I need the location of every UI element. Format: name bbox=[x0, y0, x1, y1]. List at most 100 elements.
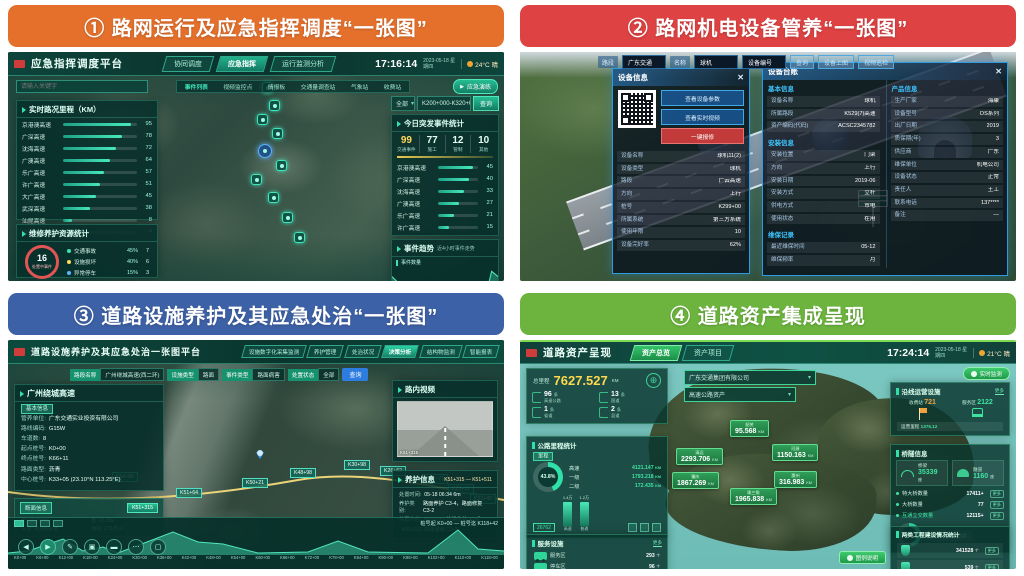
toolbar-button[interactable]: 设备上图 bbox=[818, 55, 854, 69]
frame-icon[interactable]: ▢ bbox=[150, 539, 166, 555]
incident-bar-row[interactable]: 许广高速 15 bbox=[392, 221, 498, 233]
mileage-bar-row[interactable]: 广深高速 78 bbox=[17, 130, 157, 142]
chart-toggle[interactable] bbox=[640, 523, 649, 532]
header-tab[interactable]: 运行监测分析 bbox=[270, 56, 337, 72]
search-input[interactable] bbox=[16, 80, 148, 93]
incident-bar-row[interactable]: 京港澳高速 45 bbox=[392, 161, 498, 173]
camera-marker-icon[interactable] bbox=[282, 212, 293, 223]
org-select[interactable]: 广东交通集团有限公司▾ bbox=[684, 370, 816, 385]
camera-marker-icon[interactable] bbox=[251, 174, 262, 185]
filter-chip[interactable]: 事件类型路面病害 bbox=[222, 368, 285, 381]
toolbar-button[interactable]: 查询 bbox=[790, 55, 814, 69]
map-layer-item[interactable]: 交通量调查站 bbox=[301, 82, 336, 91]
device-action-button[interactable]: 一键报修 bbox=[661, 128, 744, 144]
station-badge[interactable]: K30+98 bbox=[344, 460, 370, 470]
mileage-badge[interactable]: 韶关95.568 KM bbox=[730, 420, 769, 437]
mileage-bar-row[interactable]: 许广高速 51 bbox=[17, 178, 157, 190]
prev-icon[interactable]: ◀ bbox=[18, 539, 34, 555]
camera-marker-icon[interactable] bbox=[276, 160, 287, 171]
scope-select[interactable]: 全部▾ bbox=[391, 96, 415, 111]
camera-marker-icon[interactable] bbox=[294, 232, 305, 243]
query-button[interactable]: 查询 bbox=[342, 368, 368, 381]
video-record-icon[interactable]: ▬ bbox=[106, 539, 122, 555]
mileage-tab[interactable]: 里程 bbox=[533, 452, 553, 461]
header-tab[interactable]: 处治状况 bbox=[344, 345, 382, 358]
map-layer-item[interactable]: 收费站 bbox=[384, 82, 401, 91]
more-mini-button[interactable]: 更多 bbox=[990, 490, 1004, 498]
mileage-badge[interactable]: 肇庆1867.269 KM bbox=[672, 472, 719, 489]
header-tab[interactable]: 资产总览 bbox=[630, 345, 683, 361]
chart-toggle[interactable] bbox=[27, 520, 37, 527]
header-tab[interactable]: 养护管理 bbox=[307, 345, 345, 358]
emergency-drill-button[interactable]: ▶应急演练 bbox=[453, 79, 498, 94]
mileage-bar-row[interactable]: 沈海高速 72 bbox=[17, 142, 157, 154]
play-icon[interactable]: ▶ bbox=[40, 539, 56, 555]
more-mini-button[interactable]: 更多 bbox=[990, 501, 1004, 509]
mileage-bar-row[interactable]: 武深高速 38 bbox=[17, 202, 157, 214]
location-pin-icon[interactable] bbox=[256, 452, 264, 459]
mileage-bar-row[interactable]: 京港澳高速 95 bbox=[17, 118, 157, 130]
header-tab[interactable]: 决策分析 bbox=[381, 345, 419, 358]
map-layer-item[interactable]: 事件列表 bbox=[185, 82, 208, 91]
selected-camera-marker-icon[interactable] bbox=[258, 144, 272, 158]
close-icon[interactable]: ✕ bbox=[995, 67, 1002, 76]
chart-toggle[interactable] bbox=[652, 523, 661, 532]
incident-bar-row[interactable]: 乐广高速 21 bbox=[392, 209, 498, 221]
camera-marker-icon[interactable] bbox=[269, 100, 280, 111]
chart-toggle[interactable] bbox=[53, 520, 63, 527]
incident-bar-row[interactable]: 广澳高速 27 bbox=[392, 197, 498, 209]
device-action-button[interactable]: 查看实时视频 bbox=[661, 109, 744, 125]
more-mini-button[interactable]: 更多 bbox=[990, 512, 1004, 520]
chart-toggle[interactable] bbox=[40, 520, 50, 527]
edit-icon[interactable]: ✎ bbox=[62, 539, 78, 555]
station-badge[interactable]: K50+21 bbox=[242, 478, 268, 488]
mileage-bar-row[interactable]: 广澳高速 64 bbox=[17, 154, 157, 166]
more-mini-button[interactable]: 更多 bbox=[985, 564, 999, 570]
header-tab[interactable]: 设施数字化采集监测 bbox=[241, 345, 307, 358]
station-badge[interactable]: K48+98 bbox=[290, 468, 316, 478]
asset-type-select[interactable]: 高速公路资产▾ bbox=[684, 387, 796, 402]
station-button[interactable]: K51+315 bbox=[127, 503, 158, 513]
mileage-badge[interactable]: 河源1150.163 KM bbox=[772, 444, 818, 461]
device-action-button[interactable]: 查看设备参数 bbox=[661, 90, 744, 106]
mileage-bar-row[interactable]: 大广高速 45 bbox=[17, 190, 157, 202]
header-tab[interactable]: 资产项目 bbox=[682, 345, 735, 361]
chart-toggle[interactable] bbox=[14, 520, 24, 527]
select-area-icon[interactable]: ▣ bbox=[84, 539, 100, 555]
road-section-input[interactable]: 广东交通 bbox=[622, 55, 666, 69]
station-badge[interactable]: K51+64 bbox=[176, 488, 202, 498]
more-icon[interactable]: ⋯ bbox=[128, 539, 144, 555]
camera-marker-icon[interactable] bbox=[268, 192, 279, 203]
road-camera-video[interactable]: K51+315 bbox=[397, 401, 493, 457]
close-icon[interactable]: ✕ bbox=[737, 73, 744, 82]
camera-marker-icon[interactable] bbox=[272, 128, 283, 139]
header-tab[interactable]: 智能报表 bbox=[462, 345, 500, 358]
incident-bar-row[interactable]: 广深高速 40 bbox=[392, 173, 498, 185]
filter-chip[interactable]: 路段名称广州绕城高速(西二环) bbox=[70, 368, 164, 381]
more-link[interactable]: 更多 bbox=[653, 540, 662, 547]
device-name-input[interactable]: 球机 bbox=[694, 55, 738, 69]
mileage-badge[interactable]: 清远2293.706 KM bbox=[676, 448, 723, 465]
mileage-badge[interactable]: 珠三角1965.838 KM bbox=[730, 488, 777, 505]
incident-bar-row[interactable]: 沈海高速 33 bbox=[392, 185, 498, 197]
more-mini-button[interactable]: 更多 bbox=[985, 547, 999, 555]
camera-marker-icon[interactable] bbox=[257, 114, 268, 125]
map-layer-item[interactable]: 气象站 bbox=[351, 82, 368, 91]
device-code-input[interactable]: 设备编号 bbox=[742, 55, 786, 69]
info-chip[interactable]: 基本信息 bbox=[21, 404, 53, 414]
map-legend-button[interactable]: 图例说明 bbox=[839, 551, 886, 564]
stake-range-select[interactable]: K200+000-K320+000▾ bbox=[417, 96, 471, 111]
more-link[interactable]: 更多 bbox=[995, 388, 1004, 395]
map-layer-item[interactable]: 情报板 bbox=[268, 82, 285, 91]
filter-chip[interactable]: 处置状态全部 bbox=[288, 368, 340, 381]
live-monitor-button[interactable]: 实时监测 bbox=[963, 367, 1010, 380]
chart-toggle[interactable] bbox=[628, 523, 637, 532]
header-tab[interactable]: 结构物监测 bbox=[419, 345, 463, 358]
header-tab[interactable]: 协同调度 bbox=[162, 56, 215, 72]
filter-chip[interactable]: 设施类型路面 bbox=[167, 368, 219, 381]
expand-icon[interactable]: ⊕ bbox=[646, 373, 661, 388]
mileage-badge[interactable]: 惠州316.983 KM bbox=[774, 471, 817, 488]
toolbar-button[interactable]: 视频巡检 bbox=[858, 55, 894, 69]
header-tab[interactable]: 应急指挥 bbox=[216, 56, 269, 72]
query-button[interactable]: 查询 bbox=[473, 96, 499, 111]
